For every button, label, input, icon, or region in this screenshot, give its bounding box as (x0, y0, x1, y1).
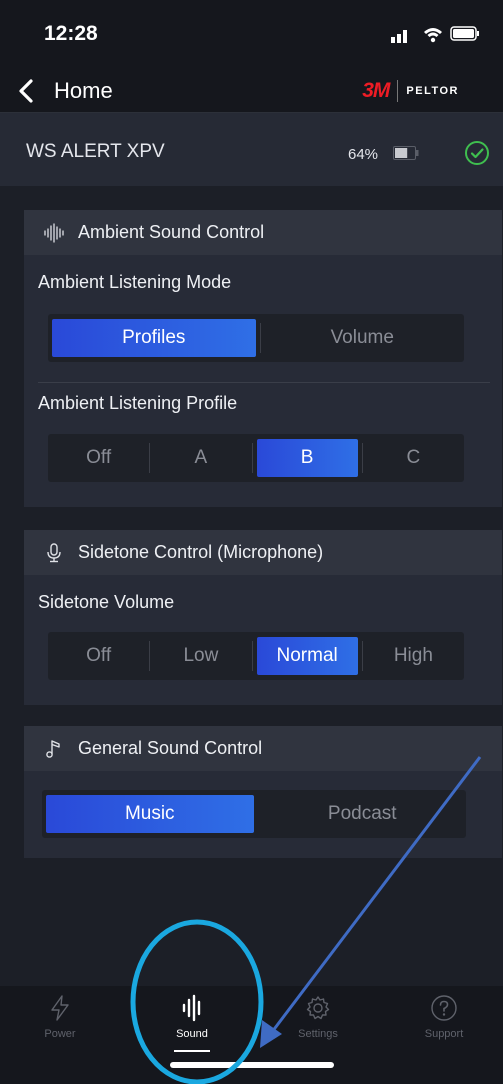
back-label: Home (54, 78, 113, 103)
sidetone-high[interactable]: High (363, 637, 464, 675)
status-bar: 12:28 (0, 0, 503, 70)
sidetone-volume-label: Sidetone Volume (38, 592, 175, 612)
tab-sound[interactable]: Sound (152, 994, 232, 1054)
brand-logo: 3M PELTOR (362, 79, 459, 103)
tab-settings[interactable]: Settings (278, 994, 358, 1054)
gear-icon (306, 996, 330, 1020)
ambient-mode-selector: Profiles Volume (48, 314, 464, 362)
tab-support-label: Support (424, 1028, 464, 1040)
microphone-icon (47, 542, 61, 562)
help-icon (431, 995, 457, 1021)
status-time: 12:28 (44, 22, 98, 45)
ambient-profile-selector: Off A B C (48, 434, 464, 482)
general-podcast[interactable]: Podcast (259, 795, 467, 833)
signal-icon (391, 30, 407, 43)
ambient-profile-label: Ambient Listening Profile (38, 393, 238, 413)
back-button[interactable]: Home (14, 74, 134, 108)
nav-bar: Home 3M PELTOR (0, 70, 503, 112)
tab-sound-label: Sound (176, 1028, 208, 1040)
battery-icon (393, 146, 419, 160)
general-sound-selector: Music Podcast (42, 790, 466, 838)
battery-percent: 64% (348, 146, 379, 163)
sidetone-title: Sidetone Control (Microphone) (78, 542, 324, 562)
card-divider (38, 382, 490, 383)
device-name: WS ALERT XPV (26, 141, 165, 162)
ambient-mode-volume[interactable]: Volume (261, 319, 465, 357)
battery-status-icon (450, 26, 479, 41)
brand-3m-logo: 3M (362, 79, 390, 102)
sidetone-low[interactable]: Low (150, 637, 251, 675)
sound-wave-icon (182, 994, 201, 1022)
profile-c[interactable]: C (363, 439, 464, 477)
tab-active-indicator (174, 1050, 210, 1052)
wifi-icon (424, 28, 442, 43)
lightning-icon (51, 995, 69, 1021)
sidetone-normal[interactable]: Normal (256, 637, 358, 675)
general-sound-card: General Sound Control Music Podcast (24, 726, 502, 858)
ambient-mode-profiles[interactable]: Profiles (52, 319, 256, 357)
general-sound-header: General Sound Control (24, 726, 502, 771)
profile-off[interactable]: Off (48, 439, 149, 477)
segment-divider (251, 443, 253, 473)
sidetone-header: Sidetone Control (Microphone) (24, 530, 502, 575)
ambient-sound-header: Ambient Sound Control (24, 210, 502, 255)
status-icons (391, 26, 479, 43)
tab-power-label: Power (44, 1028, 76, 1040)
tab-support[interactable]: Support (404, 994, 484, 1054)
tab-settings-label: Settings (298, 1028, 338, 1040)
profile-a[interactable]: A (150, 439, 251, 477)
tab-power[interactable]: Power (20, 994, 100, 1054)
brand-peltor-logo: PELTOR (406, 85, 459, 97)
chevron-left-icon (19, 79, 33, 103)
profile-b[interactable]: B (256, 439, 358, 477)
segment-divider (251, 641, 253, 671)
device-bar: WS ALERT XPV 64% (0, 112, 503, 186)
sidetone-off[interactable]: Off (48, 637, 149, 675)
sidetone-card: Sidetone Control (Microphone) Sidetone V… (24, 530, 502, 705)
brand-divider (397, 80, 399, 102)
connected-check-icon (465, 141, 489, 165)
home-indicator (170, 1062, 334, 1068)
general-sound-title: General Sound Control (78, 738, 263, 758)
general-music[interactable]: Music (46, 795, 254, 833)
sidetone-volume-selector: Off Low Normal High (48, 632, 464, 680)
sound-wave-icon (44, 222, 64, 243)
ambient-mode-label: Ambient Listening Mode (38, 272, 232, 292)
tab-bar: Power Sound Settings Support (0, 986, 503, 1084)
music-note-icon (46, 739, 60, 758)
ambient-sound-title: Ambient Sound Control (78, 222, 265, 242)
ambient-sound-card: Ambient Sound Control Ambient Listening … (24, 210, 502, 507)
